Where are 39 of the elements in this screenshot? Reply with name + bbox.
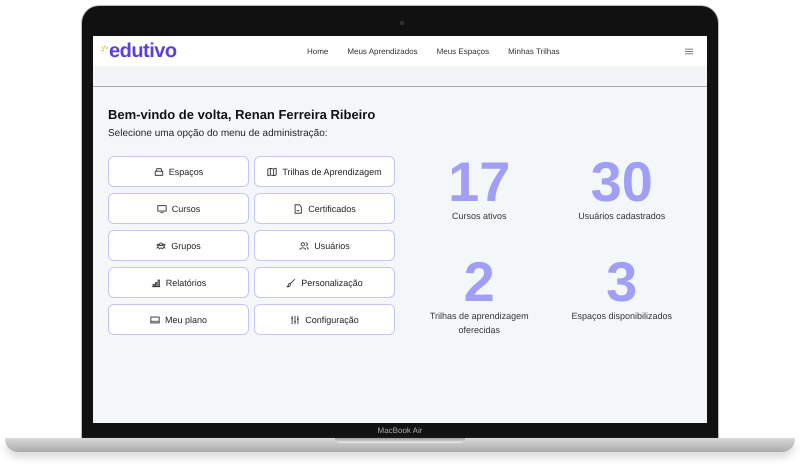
stat-label: Cursos ativos [450,210,508,224]
stat-value: 30 [590,157,653,208]
menu-button[interactable]: Configuração [254,304,395,335]
nav-link[interactable]: Minhas Trilhas [508,46,560,56]
stat-label: Usuários cadastrados [577,210,666,224]
brand-logo[interactable]: edutivo [109,41,177,61]
device-label: MacBook Air [378,425,422,437]
map-icon [267,166,278,176]
group-icon [156,240,166,250]
bar-chart-icon [150,278,161,288]
stat-value: 2 [464,257,495,308]
card-icon [150,314,160,324]
brush-icon [286,278,296,288]
menu-button[interactable]: Grupos [108,230,249,261]
menu-button[interactable]: Meu plano [108,304,249,335]
users-icon [299,240,310,250]
menu-button[interactable]: Espaços [108,156,249,187]
nav-link[interactable]: Home [307,46,328,56]
stat-value: 3 [606,257,638,308]
menu-button[interactable]: Usuários [254,230,395,261]
nav-link[interactable]: Meus Espaços [436,46,490,56]
menu-button[interactable]: Certificados [254,193,395,224]
stat-label: Espaços disponibilizados [570,310,674,324]
welcome-title: Bem-vindo de volta, Renan Ferreira Ribeiro [108,107,376,122]
stat-label: Trilhas de aprendizagem oferecidas [428,310,530,338]
menu-button[interactable]: Personalização [254,267,395,298]
camera-icon [400,21,404,25]
monitor-icon [156,204,167,214]
tray-icon [154,166,164,176]
menu-button[interactable]: Trilhas de Aprendizagem [254,156,395,187]
document-icon [293,204,304,214]
menu-button[interactable]: Cursos [108,193,249,224]
welcome-subtitle: Selecione uma opção do menu de administração: [108,128,329,139]
menu-icon[interactable] [685,48,693,54]
menu-button[interactable]: Relatórios [108,267,249,298]
sliders-icon [290,314,300,324]
sparkle-icon [101,45,109,53]
nav-link[interactable]: Meus Aprendizados [347,46,418,56]
stat-value: 17 [448,157,510,208]
